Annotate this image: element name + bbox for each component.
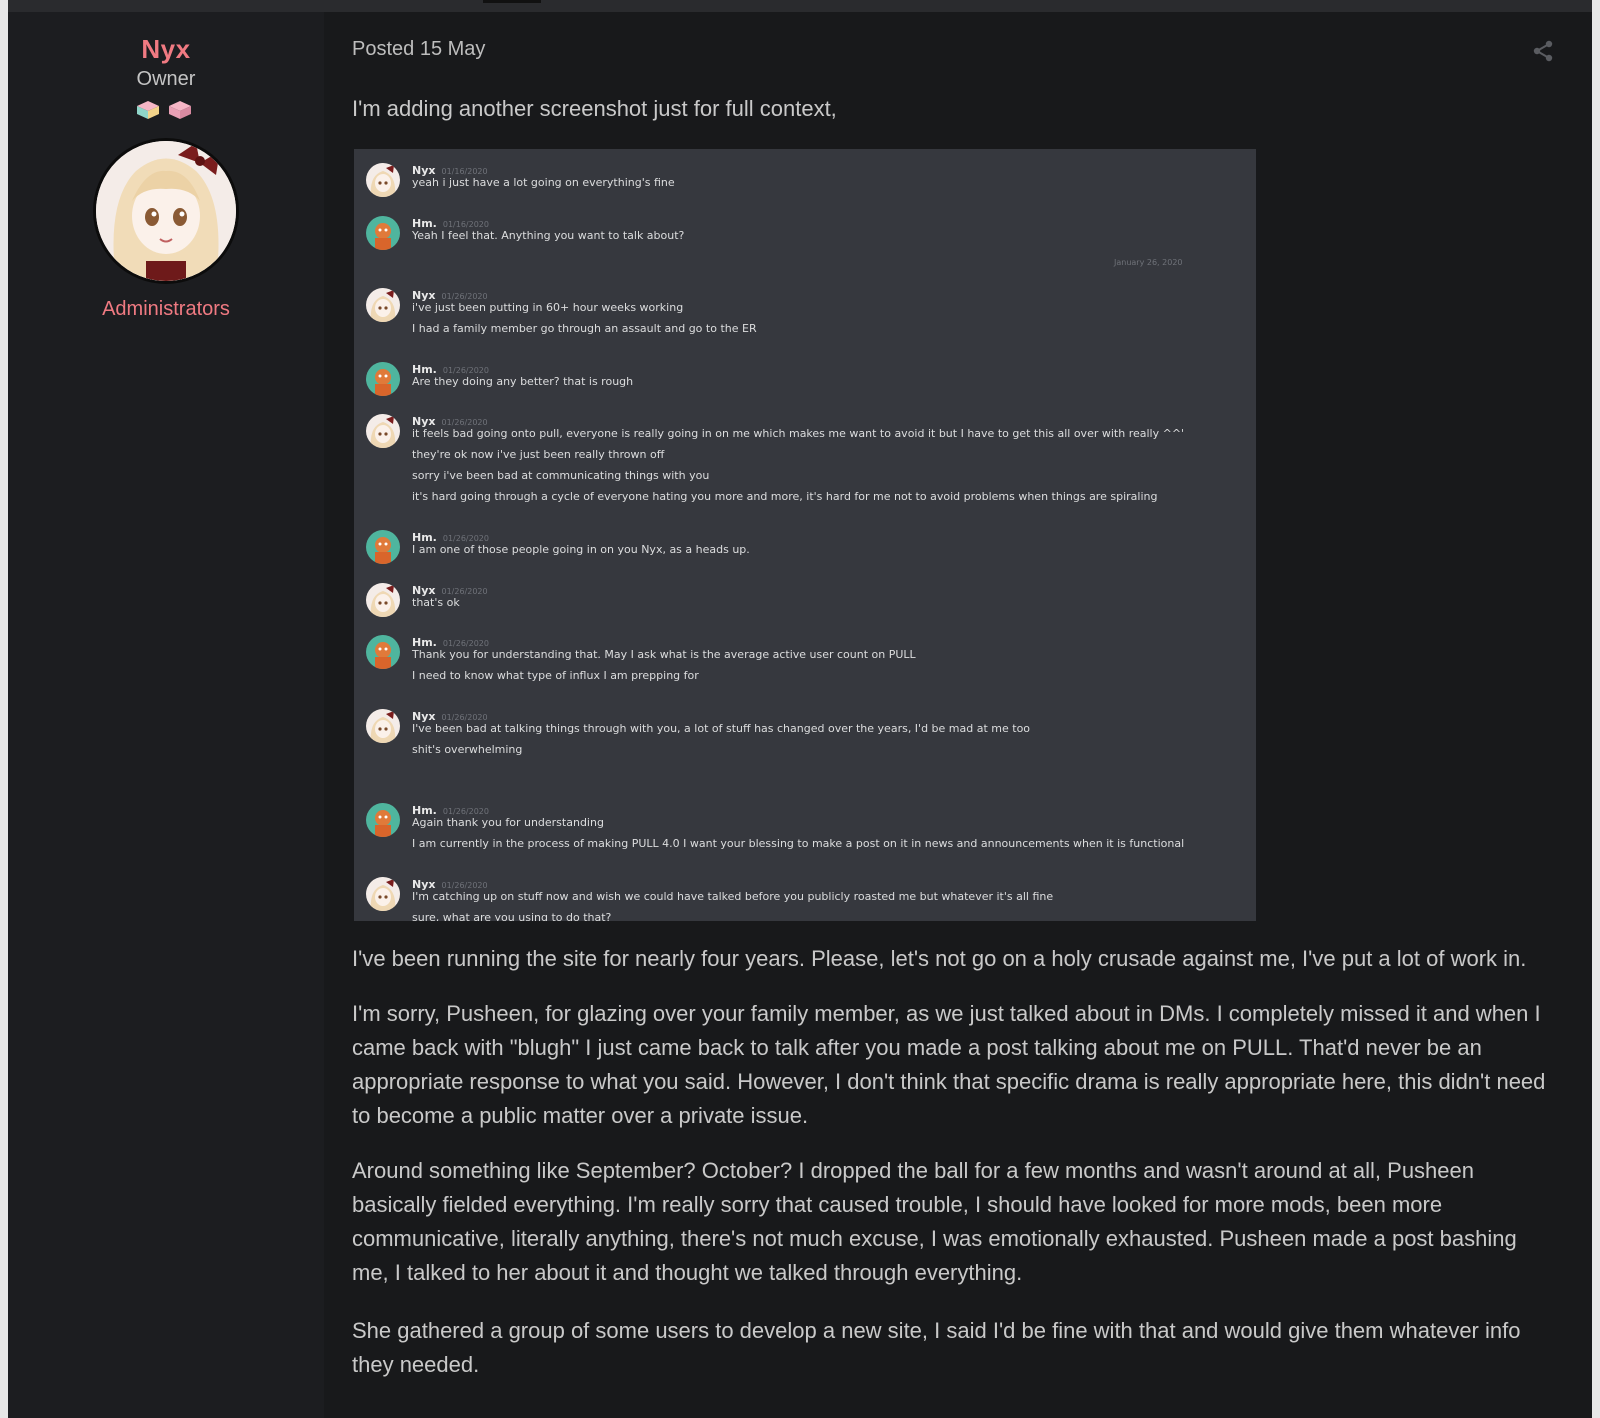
chat-timestamp: 01/26/2020	[441, 587, 488, 596]
chat-message-line: they're ok now i've just been really thr…	[412, 448, 665, 461]
chat-timestamp: 01/26/2020	[442, 534, 489, 543]
chat-avatar	[366, 583, 400, 617]
chat-timestamp: 01/26/2020	[441, 292, 488, 301]
chat-message-line: I am currently in the process of making …	[412, 837, 1185, 850]
chat-avatar	[366, 288, 400, 322]
chat-message-line: sorry i've been bad at communicating thi…	[412, 469, 710, 482]
post-paragraph: She gathered a group of some users to de…	[352, 1318, 1521, 1377]
chat-timestamp: 01/26/2020	[442, 639, 489, 648]
chat-timestamp: 01/26/2020	[441, 418, 488, 427]
chat-message-line: I had a family member go through an assa…	[412, 322, 757, 335]
chat-message-line: Are they doing any better? that is rough	[412, 375, 634, 388]
chat-avatar	[366, 877, 400, 911]
chat-message-line: it feels bad going onto pull, everyone i…	[412, 427, 1185, 440]
chat-message-line: Again thank you for understanding	[412, 816, 604, 829]
chat-timestamp: 01/16/2020	[442, 220, 489, 229]
post-paragraph: Around something like September? October…	[352, 1158, 1517, 1285]
chat-avatar	[366, 709, 400, 743]
pink-cube-icon	[137, 101, 159, 119]
top-bar	[8, 0, 1592, 12]
post-paragraph: I'm adding another screenshot just for f…	[352, 96, 837, 121]
chat-avatar	[366, 414, 400, 448]
author-group: Administrators	[102, 298, 230, 320]
chat-message-line: Yeah I feel that. Anything you want to t…	[412, 229, 685, 242]
chat-avatar	[366, 803, 400, 837]
embedded-chat-screenshot[interactable]: January 26, 2020 Nyx 01/16/2020 yeah i jus…	[354, 149, 1256, 921]
chat-message-line: i've just been putting in 60+ hour weeks…	[412, 301, 684, 314]
chat-message-line: it's hard going through a cycle of every…	[412, 490, 1158, 503]
pink-cube-icon	[169, 101, 191, 119]
chat-timestamp: 01/26/2020	[441, 881, 488, 890]
chat-message-line: yeah i just have a lot going on everythi…	[412, 176, 675, 189]
chat-timestamp: 01/16/2020	[441, 167, 488, 176]
chat-message-line: that's ok	[412, 596, 460, 609]
chat-avatar	[366, 163, 400, 197]
share-icon[interactable]	[1532, 40, 1554, 62]
post-paragraph: I've been running the site for nearly fo…	[352, 946, 1527, 971]
post-date[interactable]: Posted 15 May	[352, 38, 485, 61]
chat-date-divider: January 26, 2020	[1114, 258, 1183, 267]
top-bar-notch	[483, 0, 541, 3]
anime-avatar[interactable]	[93, 138, 239, 284]
chat-avatar	[366, 362, 400, 396]
chat-message-line: Thank you for understanding that. May I …	[412, 648, 916, 661]
chat-timestamp: 01/26/2020	[442, 807, 489, 816]
chat-avatar	[366, 216, 400, 250]
chat-message-line: I'm catching up on stuff now and wish we…	[412, 890, 1054, 903]
chat-timestamp: 01/26/2020	[441, 713, 488, 722]
chat-message-line: I've been bad at talking things through …	[412, 722, 1031, 735]
forum-post: Nyx Owner Administrators Posted 15 May I…	[8, 12, 1592, 1418]
author-name[interactable]: Nyx	[8, 34, 324, 65]
rank-badges	[136, 96, 198, 124]
chat-message-line: shit's overwhelming	[412, 743, 523, 756]
chat-message-line: sure, what are you using to do that?	[412, 911, 612, 921]
chat-message-line: I need to know what type of influx I am …	[412, 669, 699, 682]
author-title: Owner	[136, 68, 196, 90]
chat-avatar	[366, 635, 400, 669]
chat-avatar	[366, 530, 400, 564]
chat-message-line: I am one of those people going in on you…	[412, 543, 750, 556]
author-panel: Nyx Owner Administrators	[8, 12, 324, 1418]
chat-timestamp: 01/26/2020	[442, 366, 489, 375]
post-paragraph: I'm sorry, Pusheen, for glazing over you…	[352, 1001, 1546, 1128]
